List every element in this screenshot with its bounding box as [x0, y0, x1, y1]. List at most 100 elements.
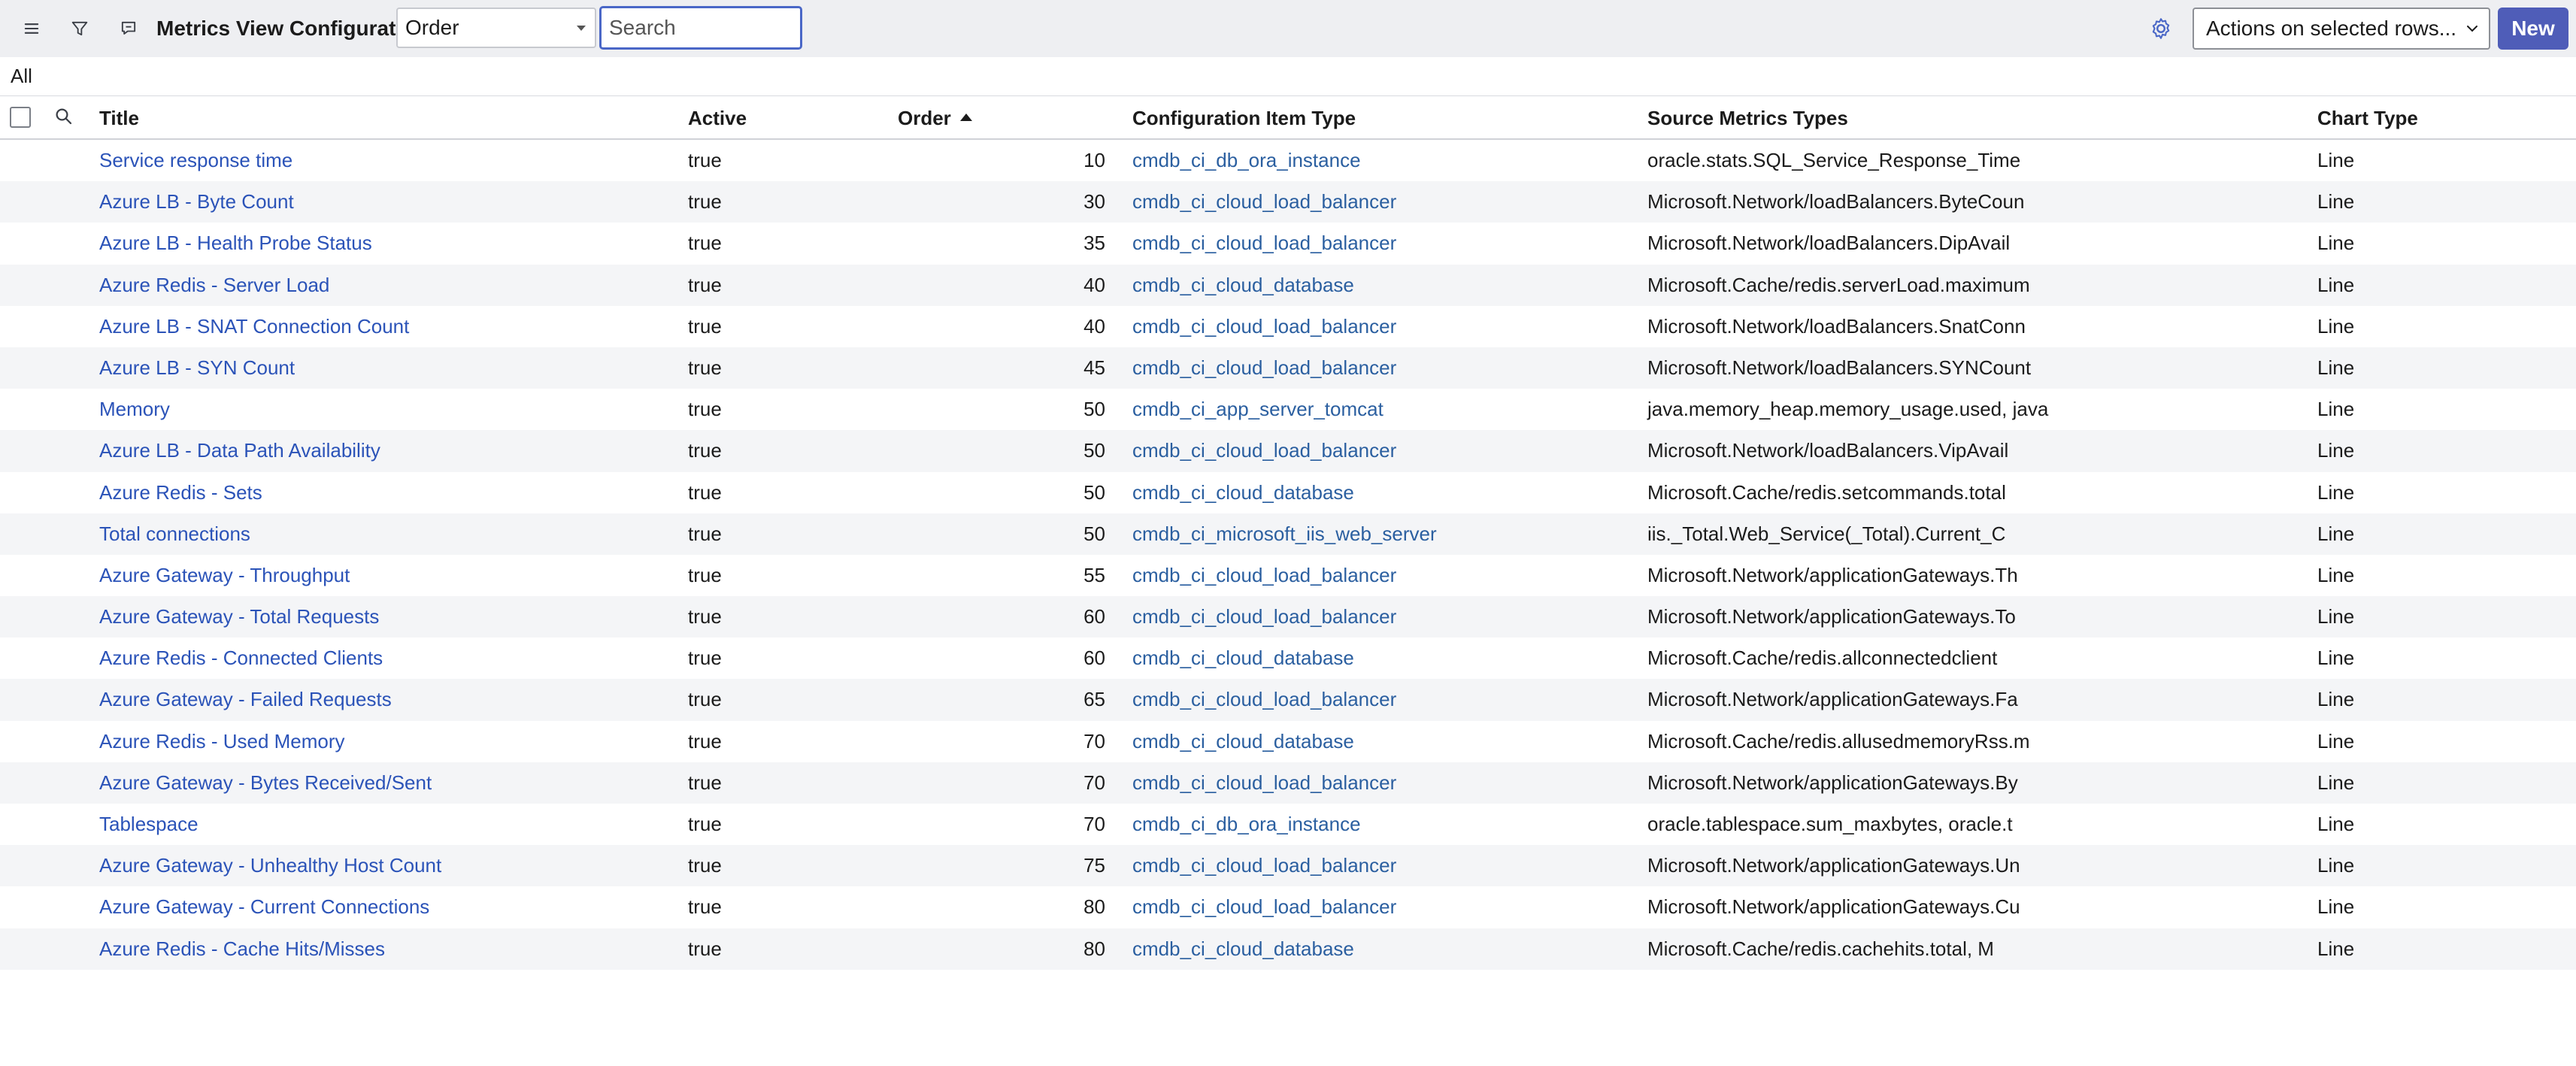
row-title-link[interactable]: Azure LB - SNAT Connection Count	[99, 306, 409, 347]
row-ci-type-link[interactable]: cmdb_ci_cloud_load_balancer	[1132, 555, 1396, 596]
row-title-link[interactable]: Azure LB - SYN Count	[99, 347, 295, 389]
row-ci-type-link[interactable]: cmdb_ci_cloud_load_balancer	[1132, 845, 1396, 886]
row-ci-type-link[interactable]: cmdb_ci_cloud_load_balancer	[1132, 596, 1396, 637]
row-active: true	[688, 605, 722, 628]
row-source-metrics: Microsoft.Cache/redis.cachehits.total, M	[1647, 937, 1994, 960]
table-row[interactable]: Service response time true 10 cmdb_ci_db_or…	[0, 140, 2576, 181]
row-ci-type-link[interactable]: cmdb_ci_cloud_database	[1132, 472, 1354, 513]
row-ci-type-link[interactable]: cmdb_ci_microsoft_iis_web_server	[1132, 513, 1437, 555]
row-source-metrics: oracle.tablespace.sum_maxbytes, oracle.t	[1647, 813, 2013, 835]
list-title: Metrics View Configuration	[156, 17, 428, 40]
row-title-link[interactable]: Azure LB - Data Path Availability	[99, 430, 380, 471]
row-title-link[interactable]: Total connections	[99, 513, 250, 555]
select-all-checkbox[interactable]	[10, 107, 31, 128]
table-row[interactable]: Azure LB - Health Probe Status true 35 cmdb…	[0, 223, 2576, 264]
gear-icon[interactable]	[2147, 15, 2174, 42]
table-row[interactable]: Azure Gateway - Failed Requests true 65 cmd…	[0, 679, 2576, 721]
row-source-metrics: Microsoft.Network/applicationGateways.Fa	[1647, 688, 2018, 711]
table-row[interactable]: Azure Redis - Server Load true 40 cmdb_ci_c…	[0, 264, 2576, 306]
table-row[interactable]: Azure Gateway - Current Connections true 8…	[0, 886, 2576, 928]
row-title-link[interactable]: Azure Redis - Used Memory	[99, 721, 345, 762]
row-title-link[interactable]: Azure Redis - Sets	[99, 472, 262, 513]
row-chart-type: Line	[2317, 563, 2355, 586]
row-active: true	[688, 647, 722, 670]
table-row[interactable]: Azure Redis - Used Memory true 70 cmdb_ci_c…	[0, 721, 2576, 762]
row-title-link[interactable]: Azure LB - Health Probe Status	[99, 223, 372, 264]
caret-down-icon	[577, 26, 586, 31]
row-order: 70	[1083, 771, 1105, 794]
row-title-link[interactable]: Azure Redis - Server Load	[99, 265, 329, 306]
row-title-link[interactable]: Memory	[99, 389, 170, 430]
column-header-source-metrics[interactable]: Source Metrics Types	[1647, 107, 1848, 130]
row-ci-type-link[interactable]: cmdb_ci_cloud_database	[1132, 265, 1354, 306]
context-menu-icon[interactable]	[117, 17, 141, 41]
table-row[interactable]: Azure Gateway - Unhealthy Host Count true…	[0, 845, 2576, 887]
row-ci-type-link[interactable]: cmdb_ci_cloud_load_balancer	[1132, 223, 1396, 264]
sort-ascending-icon	[959, 114, 972, 122]
table-row[interactable]: Azure LB - SNAT Connection Count true 40 cm…	[0, 306, 2576, 347]
row-ci-type-link[interactable]: cmdb_ci_cloud_load_balancer	[1132, 347, 1396, 389]
row-ci-type-link[interactable]: cmdb_ci_cloud_load_balancer	[1132, 762, 1396, 804]
table-row[interactable]: Memory true 50 cmdb_ci_app_server_tomcat jav…	[0, 389, 2576, 430]
row-ci-type-link[interactable]: cmdb_ci_cloud_load_balancer	[1132, 306, 1396, 347]
column-header-order-label: Order	[898, 107, 951, 129]
table-row[interactable]: Azure Redis - Sets true 50 cmdb_ci_cloud_da…	[0, 472, 2576, 513]
row-title-link[interactable]: Azure LB - Byte Count	[99, 181, 294, 223]
breadcrumb-all[interactable]: All	[11, 65, 32, 88]
row-ci-type-link[interactable]: cmdb_ci_cloud_load_balancer	[1132, 181, 1396, 223]
row-chart-type: Line	[2317, 480, 2355, 504]
column-header-active[interactable]: Active	[688, 107, 747, 130]
column-search-icon[interactable]	[53, 105, 75, 128]
row-ci-type-link[interactable]: cmdb_ci_cloud_database	[1132, 721, 1354, 762]
row-title-link[interactable]: Azure Gateway - Failed Requests	[99, 679, 392, 720]
row-ci-type-link[interactable]: cmdb_ci_cloud_load_balancer	[1132, 430, 1396, 471]
row-ci-type-link[interactable]: cmdb_ci_db_ora_instance	[1132, 140, 1361, 181]
table-row[interactable]: Azure Redis - Cache Hits/Misses true 80 cmd…	[0, 928, 2576, 970]
column-header-title[interactable]: Title	[99, 107, 139, 130]
row-title-link[interactable]: Azure Redis - Connected Clients	[99, 637, 383, 679]
row-chart-type: Line	[2317, 854, 2355, 877]
row-title-link[interactable]: Azure Gateway - Bytes Received/Sent	[99, 762, 432, 804]
table-header: Title Active Order Configuration Item Ty…	[0, 96, 2576, 140]
row-title-link[interactable]: Azure Redis - Cache Hits/Misses	[99, 928, 385, 970]
row-title-link[interactable]: Azure Gateway - Total Requests	[99, 596, 379, 637]
row-active: true	[688, 190, 722, 214]
row-title-link[interactable]: Service response time	[99, 140, 292, 181]
column-header-chart-type[interactable]: Chart Type	[2317, 107, 2418, 130]
filter-icon[interactable]	[68, 17, 92, 41]
table-row[interactable]: Azure LB - SYN Count true 45 cmdb_ci_cloud_…	[0, 347, 2576, 389]
table-row[interactable]: Azure LB - Data Path Availability true 50 c…	[0, 430, 2576, 472]
column-header-ci-type[interactable]: Configuration Item Type	[1132, 107, 1356, 130]
column-header-order[interactable]: Order	[898, 107, 972, 130]
table-row[interactable]: Azure LB - Byte Count true 30 cmdb_ci_cloud…	[0, 181, 2576, 223]
row-ci-type-link[interactable]: cmdb_ci_cloud_load_balancer	[1132, 886, 1396, 928]
row-active: true	[688, 273, 722, 296]
row-active: true	[688, 854, 722, 877]
row-ci-type-link[interactable]: cmdb_ci_cloud_database	[1132, 928, 1354, 970]
table-row[interactable]: Azure Redis - Connected Clients true 60 cmd…	[0, 637, 2576, 679]
table-row[interactable]: Total connections true 50 cmdb_ci_microsoft…	[0, 513, 2576, 555]
row-title-link[interactable]: Azure Gateway - Unhealthy Host Count	[99, 845, 441, 886]
table-row[interactable]: Azure Gateway - Throughput true 55 cmdb_ci_…	[0, 555, 2576, 596]
actions-on-selected-rows-select[interactable]: Actions on selected rows...	[2193, 8, 2490, 50]
hamburger-menu-icon[interactable]	[20, 17, 44, 41]
row-ci-type-link[interactable]: cmdb_ci_cloud_database	[1132, 637, 1354, 679]
row-order: 50	[1083, 439, 1105, 462]
row-order: 40	[1083, 314, 1105, 338]
table-row[interactable]: Azure Gateway - Total Requests true 60 cmdb…	[0, 596, 2576, 638]
new-button[interactable]: New	[2498, 8, 2568, 50]
row-ci-type-link[interactable]: cmdb_ci_cloud_load_balancer	[1132, 679, 1396, 720]
row-chart-type: Line	[2317, 356, 2355, 379]
row-title-link[interactable]: Azure Gateway - Throughput	[99, 555, 350, 596]
row-source-metrics: Microsoft.Network/loadBalancers.SYNCount	[1647, 356, 2032, 379]
row-ci-type-link[interactable]: cmdb_ci_app_server_tomcat	[1132, 389, 1383, 430]
row-active: true	[688, 149, 722, 171]
table-row[interactable]: Azure Gateway - Bytes Received/Sent true 7…	[0, 762, 2576, 804]
search-input[interactable]	[599, 6, 802, 50]
row-ci-type-link[interactable]: cmdb_ci_db_ora_instance	[1132, 804, 1361, 845]
search-field-select[interactable]: Order	[396, 8, 596, 48]
row-title-link[interactable]: Tablespace	[99, 804, 199, 845]
table-row[interactable]: Tablespace true 70 cmdb_ci_db_ora_instance o…	[0, 804, 2576, 845]
row-active: true	[688, 398, 722, 421]
row-title-link[interactable]: Azure Gateway - Current Connections	[99, 886, 429, 928]
